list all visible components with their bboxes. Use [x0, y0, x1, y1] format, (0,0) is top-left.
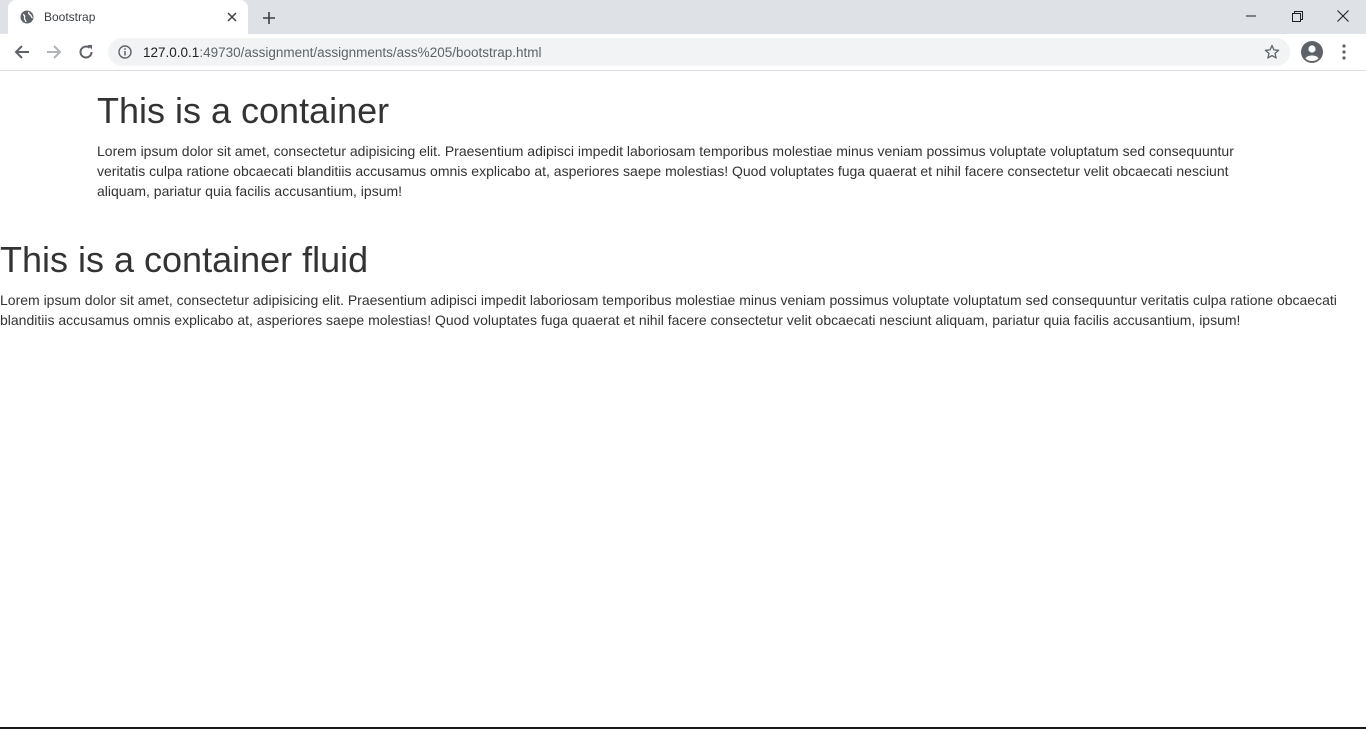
- page-viewport: This is a container Lorem ipsum dolor si…: [0, 71, 1366, 727]
- browser-toolbar: 127.0.0.1:49730/assignment/assignments/a…: [0, 34, 1366, 71]
- url-host: 127.0.0.1: [143, 45, 200, 60]
- plus-icon: [263, 12, 275, 24]
- arrow-left-icon: [14, 45, 29, 59]
- restore-icon: [1291, 10, 1303, 22]
- minimize-button[interactable]: [1228, 0, 1274, 32]
- restore-button[interactable]: [1274, 0, 1320, 32]
- reload-button[interactable]: [72, 38, 100, 66]
- browser-tab[interactable]: Bootstrap: [8, 0, 248, 34]
- star-icon[interactable]: [1264, 44, 1280, 60]
- account-icon[interactable]: [1300, 40, 1324, 64]
- url-text[interactable]: 127.0.0.1:49730/assignment/assignments/a…: [143, 45, 542, 60]
- reload-icon: [79, 45, 93, 59]
- container-section: This is a container Lorem ipsum dolor si…: [97, 71, 1269, 201]
- container-fluid-paragraph: Lorem ipsum dolor sit amet, consectetur …: [0, 292, 1337, 328]
- info-icon[interactable]: [118, 45, 132, 59]
- tab-strip: Bootstrap: [0, 0, 1366, 34]
- url-path: :49730/assignment/assignments/ass%205/bo…: [199, 45, 542, 60]
- forward-button[interactable]: [40, 38, 68, 66]
- close-icon: [1337, 10, 1349, 22]
- container-heading: This is a container: [97, 90, 390, 131]
- container-fluid-heading: This is a container fluid: [0, 239, 369, 280]
- container-fluid-section: This is a container fluid Lorem ipsum do…: [0, 220, 1366, 330]
- address-bar[interactable]: 127.0.0.1:49730/assignment/assignments/a…: [108, 38, 1290, 66]
- globe-icon: [20, 10, 34, 24]
- tab-title: Bootstrap: [44, 10, 96, 24]
- back-button[interactable]: [8, 38, 36, 66]
- container-paragraph: Lorem ipsum dolor sit amet, consectetur …: [97, 143, 1234, 199]
- minimize-icon: [1246, 15, 1256, 17]
- close-window-button[interactable]: [1320, 0, 1366, 32]
- close-icon[interactable]: [224, 9, 240, 25]
- kebab-menu-icon[interactable]: [1334, 42, 1354, 62]
- arrow-right-icon: [47, 45, 62, 59]
- new-tab-button[interactable]: [258, 7, 280, 29]
